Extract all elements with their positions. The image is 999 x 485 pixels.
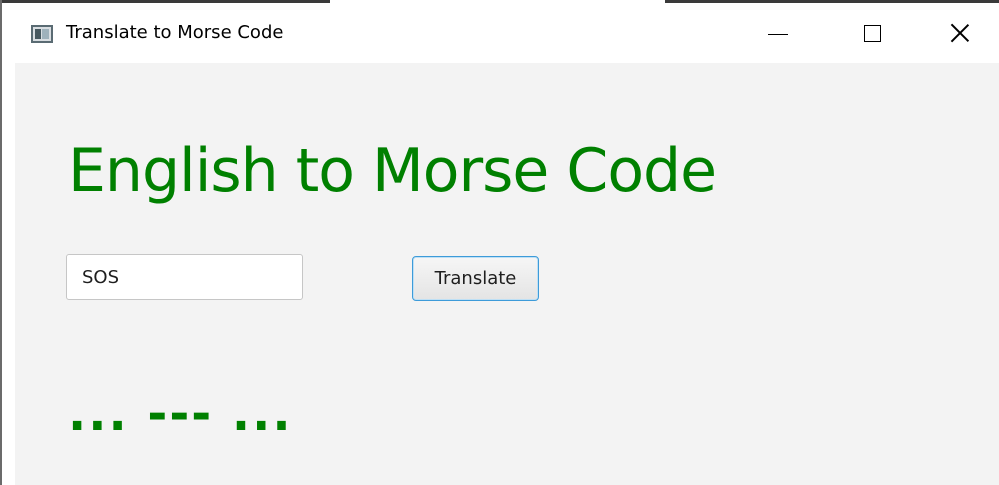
page-title: English to Morse Code [68, 136, 717, 206]
minimize-button[interactable] [742, 3, 812, 63]
english-text-input[interactable] [66, 254, 303, 300]
desktop-edge-left [0, 0, 2, 485]
app-window: Translate to Morse Code English to Morse… [15, 3, 999, 485]
close-icon [949, 22, 971, 44]
morse-output-text: ... --- ... [68, 386, 293, 442]
maximize-icon [864, 25, 881, 42]
screen: Translate to Morse Code English to Morse… [0, 0, 999, 485]
maximize-button[interactable] [837, 3, 907, 63]
close-button[interactable] [925, 3, 995, 63]
app-window-icon [31, 25, 53, 43]
title-bar[interactable]: Translate to Morse Code [15, 3, 999, 63]
minimize-icon [768, 34, 788, 35]
window-title: Translate to Morse Code [66, 22, 284, 43]
translate-button[interactable]: Translate [412, 256, 539, 301]
